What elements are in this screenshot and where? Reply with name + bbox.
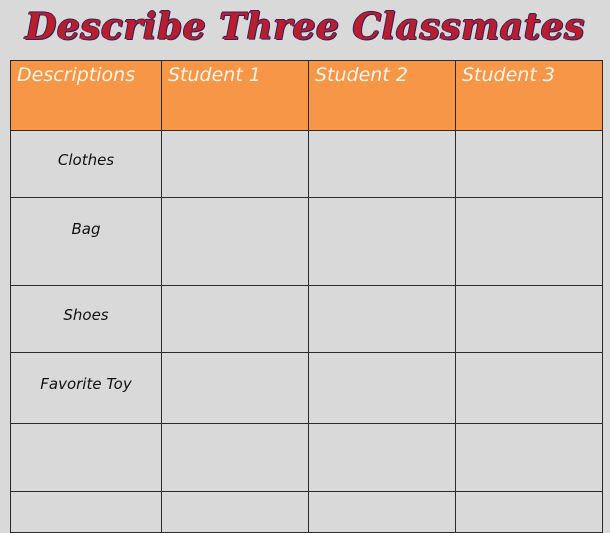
cell-student-3[interactable] <box>455 423 603 492</box>
header-descriptions: Descriptions <box>10 60 162 131</box>
cell-student-3[interactable] <box>455 285 603 353</box>
table-row: Bag <box>10 197 603 286</box>
row-label-favorite-toy: Favorite Toy <box>10 352 162 424</box>
table-row <box>10 491 603 533</box>
cell-student-2[interactable] <box>308 285 456 353</box>
cell-student-2[interactable] <box>308 130 456 198</box>
table-row: Shoes <box>10 285 603 353</box>
cell-student-3[interactable] <box>455 352 603 424</box>
cell-student-2[interactable] <box>308 197 456 286</box>
cell-student-3[interactable] <box>455 197 603 286</box>
cell-student-1[interactable] <box>161 285 309 353</box>
cell-student-1[interactable] <box>161 130 309 198</box>
cell-student-1[interactable] <box>161 423 309 492</box>
table-row <box>10 423 603 492</box>
cell-student-1[interactable] <box>161 197 309 286</box>
row-label-blank[interactable] <box>10 423 162 492</box>
cell-student-2[interactable] <box>308 352 456 424</box>
row-label-clothes: Clothes <box>10 130 162 198</box>
table-row: Favorite Toy <box>10 352 603 424</box>
row-label-bag: Bag <box>10 197 162 286</box>
header-student-3: Student 3 <box>455 60 603 131</box>
describe-classmates-table: Descriptions Student 1 Student 2 Student… <box>10 60 603 533</box>
cell-student-3[interactable] <box>455 130 603 198</box>
header-row: Descriptions Student 1 Student 2 Student… <box>10 60 603 131</box>
table-row: Clothes <box>10 130 603 198</box>
cell-student-2[interactable] <box>308 423 456 492</box>
cell-student-3[interactable] <box>455 491 603 533</box>
header-student-1: Student 1 <box>161 60 309 131</box>
row-label-blank[interactable] <box>10 491 162 533</box>
page-title: Describe Three Classmates <box>25 6 585 48</box>
row-label-shoes: Shoes <box>10 285 162 353</box>
cell-student-2[interactable] <box>308 491 456 533</box>
cell-student-1[interactable] <box>161 352 309 424</box>
header-student-2: Student 2 <box>308 60 456 131</box>
cell-student-1[interactable] <box>161 491 309 533</box>
